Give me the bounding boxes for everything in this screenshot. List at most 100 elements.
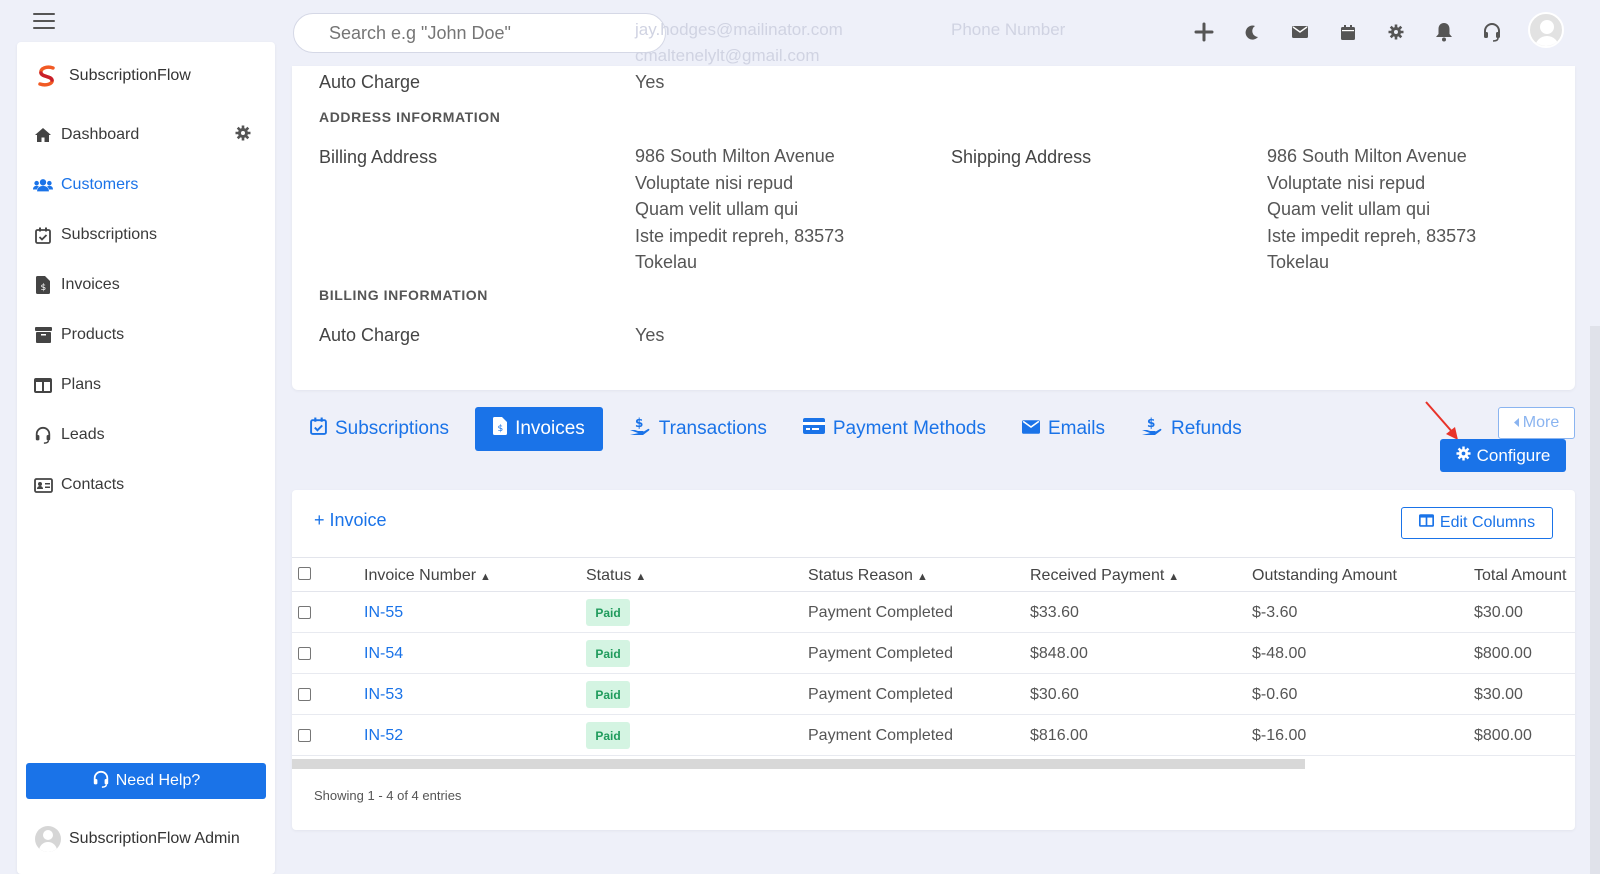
- need-help-label: Need Help?: [115, 772, 201, 789]
- billing-auto-charge-label: Auto Charge: [319, 325, 421, 345]
- sidebar-item-label: Invoices: [61, 276, 120, 293]
- add-invoice-link[interactable]: + Invoice: [314, 510, 387, 531]
- table-row[interactable]: IN-54 Paid Payment Completed $848.00 $-4…: [292, 633, 1575, 674]
- status-badge: Paid: [586, 640, 630, 667]
- row-checkbox[interactable]: [298, 606, 311, 619]
- sidebar-item-products[interactable]: Products: [33, 310, 259, 360]
- invoice-number-link[interactable]: IN-55: [364, 604, 403, 622]
- address-section-title: ADDRESS INFORMATION: [319, 109, 501, 125]
- mail-icon: [1021, 418, 1040, 440]
- row-checkbox[interactable]: [298, 647, 311, 660]
- dashboard-settings-gear-icon[interactable]: [235, 125, 251, 146]
- status-reason: Payment Completed: [808, 686, 953, 703]
- tab-payment-methods[interactable]: Payment Methods: [793, 407, 996, 451]
- avatar: [35, 826, 61, 852]
- subscriptionflow-logo-icon: [38, 65, 55, 87]
- tab-emails[interactable]: Emails: [1012, 407, 1115, 451]
- tab-label: Payment Methods: [832, 418, 986, 439]
- sidebar-item-plans[interactable]: Plans: [33, 360, 259, 410]
- row-checkbox[interactable]: [298, 729, 311, 742]
- tab-refunds[interactable]: $ Refunds: [1131, 407, 1252, 451]
- received-payment: $848.00: [1030, 645, 1088, 662]
- plus-icon[interactable]: [1180, 14, 1228, 50]
- invoice-number-link[interactable]: IN-54: [364, 645, 403, 663]
- bell-icon[interactable]: [1420, 14, 1468, 50]
- table-header: Invoice Number ▲︎ Status ▲︎ Status Reason ▲…: [292, 557, 1575, 592]
- horizontal-scrollbar[interactable]: [292, 759, 1305, 769]
- hand-holding-dollar-icon: $: [1141, 416, 1163, 442]
- brand[interactable]: SubscriptionFlow: [35, 64, 191, 88]
- table-row[interactable]: IN-53 Paid Payment Completed $30.60 $-0.…: [292, 674, 1575, 715]
- brand-name: SubscriptionFlow: [69, 67, 191, 84]
- pagination-info: Showing 1 - 4 of 4 entries: [314, 788, 462, 803]
- billing-auto-charge-value: Yes: [635, 325, 665, 345]
- tab-label: Subscriptions: [335, 418, 450, 439]
- table-row[interactable]: IN-55 Paid Payment Completed $33.60 $-3.…: [292, 592, 1575, 633]
- tab-subscriptions[interactable]: Subscriptions: [300, 407, 459, 451]
- users-icon: [33, 175, 53, 195]
- tab-transactions[interactable]: $ Transactions: [619, 407, 777, 451]
- status-reason: Payment Completed: [808, 727, 953, 744]
- auto-charge-value: Yes: [635, 72, 665, 92]
- tab-label: Emails: [1047, 418, 1105, 439]
- search-input[interactable]: [293, 13, 666, 53]
- received-payment: $33.60: [1030, 604, 1079, 621]
- total-amount: $30.00: [1474, 604, 1523, 621]
- gear-icon[interactable]: [1372, 14, 1420, 50]
- sort-icon: ▲︎: [635, 571, 647, 583]
- sidebar-nav: Dashboard Customers Subscriptions $ Invo…: [33, 110, 259, 510]
- home-icon: [33, 125, 53, 145]
- auto-charge-label: Auto Charge: [319, 72, 421, 92]
- more-tabs-button[interactable]: More: [1498, 407, 1575, 439]
- admin-profile[interactable]: SubscriptionFlow Admin: [35, 826, 240, 852]
- need-help-button[interactable]: Need Help?: [26, 763, 266, 799]
- customer-info-card: Auto Charge Yes ADDRESS INFORMATION Bill…: [292, 66, 1575, 390]
- sidebar-item-invoices[interactable]: $ Invoices: [33, 260, 259, 310]
- column-header-received-payment[interactable]: Received Payment ▲︎: [1030, 567, 1179, 585]
- column-header-outstanding-amount[interactable]: Outstanding Amount: [1252, 567, 1397, 585]
- sort-icon: ▲︎: [480, 571, 491, 583]
- column-header-status[interactable]: Status ▲︎: [586, 567, 646, 585]
- table-row[interactable]: IN-52 Paid Payment Completed $816.00 $-1…: [292, 715, 1575, 756]
- row-checkbox[interactable]: [298, 688, 311, 701]
- sidebar-item-contacts[interactable]: Contacts: [33, 460, 259, 510]
- configure-button[interactable]: Configure: [1440, 439, 1566, 472]
- billing-address-value: 986 South Milton Avenue Voluptate nisi r…: [635, 146, 845, 272]
- svg-text:$: $: [41, 283, 47, 293]
- calendar-icon[interactable]: [1324, 14, 1372, 50]
- shipping-address-value: 986 South Milton Avenue Voluptate nisi r…: [1267, 146, 1477, 272]
- invoice-number-link[interactable]: IN-53: [364, 686, 403, 704]
- select-all-checkbox[interactable]: [298, 567, 311, 580]
- sidebar-item-customers[interactable]: Customers: [33, 160, 259, 210]
- edit-columns-button[interactable]: Edit Columns: [1401, 507, 1553, 539]
- invoice-icon: $: [493, 417, 508, 441]
- sidebar-item-label: Plans: [61, 376, 102, 393]
- calendar-check-icon: [310, 417, 327, 441]
- outstanding-amount: $-0.60: [1252, 686, 1298, 703]
- tab-invoices[interactable]: $ Invoices: [475, 407, 603, 451]
- status-reason: Payment Completed: [808, 604, 953, 621]
- sidebar-item-leads[interactable]: Leads: [33, 410, 259, 460]
- sidebar-item-label: Contacts: [61, 476, 125, 493]
- headset-icon[interactable]: [1468, 14, 1516, 50]
- page-scrollbar[interactable]: [1590, 326, 1600, 874]
- mail-icon[interactable]: [1276, 14, 1324, 50]
- tab-label: Refunds: [1170, 418, 1242, 439]
- archive-icon: [33, 325, 53, 345]
- column-header-total-amount[interactable]: Total Amount: [1474, 567, 1567, 585]
- configure-label: Configure: [1476, 445, 1551, 465]
- status-badge: Paid: [586, 681, 630, 708]
- hamburger-menu-icon[interactable]: [33, 13, 55, 29]
- outstanding-amount: $-16.00: [1252, 727, 1307, 744]
- invoices-table-card: + Invoice Edit Columns Invoice Number ▲︎ …: [292, 490, 1575, 830]
- moon-icon[interactable]: [1228, 14, 1276, 50]
- sidebar-item-subscriptions[interactable]: Subscriptions: [33, 210, 259, 260]
- invoice-number-link[interactable]: IN-52: [364, 727, 403, 745]
- columns-icon: [1418, 514, 1434, 532]
- svg-text:$: $: [635, 416, 643, 430]
- user-avatar[interactable]: [1528, 12, 1564, 48]
- red-arrow-annotation-icon: [1425, 401, 1458, 440]
- sidebar-item-dashboard[interactable]: Dashboard: [33, 110, 259, 160]
- column-header-status-reason[interactable]: Status Reason ▲︎: [808, 567, 928, 585]
- column-header-invoice-number[interactable]: Invoice Number ▲︎: [364, 567, 491, 585]
